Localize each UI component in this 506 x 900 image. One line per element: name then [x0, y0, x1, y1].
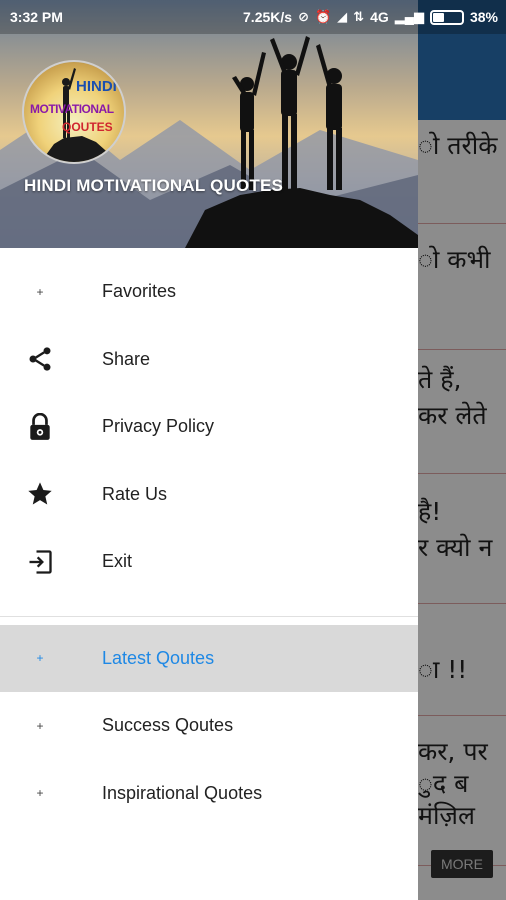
- star-icon: [24, 478, 56, 510]
- menu-item-exit[interactable]: Exit: [0, 528, 418, 596]
- plus-icon: +: [36, 651, 44, 666]
- menu-item-inspirational-quotes[interactable]: + Inspirational Quotes: [0, 760, 418, 828]
- menu-item-label: Latest Qoutes: [102, 647, 215, 668]
- menu-item-label: Exit: [102, 551, 133, 572]
- plus-icon: +: [36, 284, 44, 299]
- logo-text-qoutes: QOUTES: [62, 120, 113, 134]
- alarm-icon: ⏰: [314, 9, 332, 24]
- menu-item-rate-us[interactable]: Rate Us: [0, 461, 418, 529]
- menu-item-label: Rate Us: [102, 483, 168, 504]
- menu-item-favorites[interactable]: + Favorites: [0, 258, 418, 326]
- status-icons: 7.25K/s ⊘ ⏰ ◢ ⇅ 4G ▂▄▆ 38%: [243, 9, 498, 25]
- plus-icon: +: [36, 718, 44, 733]
- battery-percent: 38%: [469, 9, 498, 25]
- app-logo: HINDI MOTIVATIONAL QOUTES: [22, 60, 126, 164]
- signal-icon: ◢: [337, 9, 348, 24]
- navigation-drawer: HINDI MOTIVATIONAL QOUTES HINDI MOTIVATI…: [0, 0, 418, 900]
- share-icon: [24, 343, 56, 375]
- menu-item-label: Share: [102, 348, 151, 369]
- net-speed: 7.25K/s: [243, 9, 293, 25]
- logo-text-hindi: HINDI: [76, 78, 117, 95]
- status-bar: 3:32 PM 7.25K/s ⊘ ⏰ ◢ ⇅ 4G ▂▄▆ 38%: [0, 0, 506, 34]
- logo-text-motivational: MOTIVATIONAL: [30, 102, 114, 116]
- status-time: 3:32 PM: [10, 9, 63, 25]
- drawer-menu: + Favorites Share Privacy Policy Rate Us: [0, 258, 418, 827]
- network-type: 4G: [370, 9, 389, 25]
- drawer-app-title: HINDI MOTIVATIONAL QUOTES: [24, 176, 284, 195]
- menu-item-privacy-policy[interactable]: Privacy Policy: [0, 393, 418, 461]
- menu-item-label: Favorites: [102, 281, 177, 302]
- menu-item-label: Inspirational Quotes: [102, 782, 263, 803]
- lock-icon: [24, 411, 56, 443]
- signal-strength-icon: ▂▄▆: [394, 9, 424, 24]
- menu-item-label: Privacy Policy: [102, 416, 215, 437]
- plus-icon: +: [36, 786, 44, 801]
- data-arrows-icon: ⇅: [353, 9, 365, 24]
- battery-fill: [432, 12, 444, 22]
- menu-divider: [0, 615, 418, 617]
- menu-item-success-qoutes[interactable]: + Success Qoutes: [0, 692, 418, 760]
- menu-item-share[interactable]: Share: [0, 326, 418, 394]
- battery-icon: [429, 9, 464, 25]
- menu-item-latest-qoutes[interactable]: + Latest Qoutes: [0, 624, 418, 692]
- mute-icon: ⊘: [298, 9, 309, 24]
- exit-icon: [24, 546, 56, 578]
- drawer-header: HINDI MOTIVATIONAL QOUTES HINDI MOTIVATI…: [0, 0, 418, 248]
- menu-item-label: Success Qoutes: [102, 715, 234, 736]
